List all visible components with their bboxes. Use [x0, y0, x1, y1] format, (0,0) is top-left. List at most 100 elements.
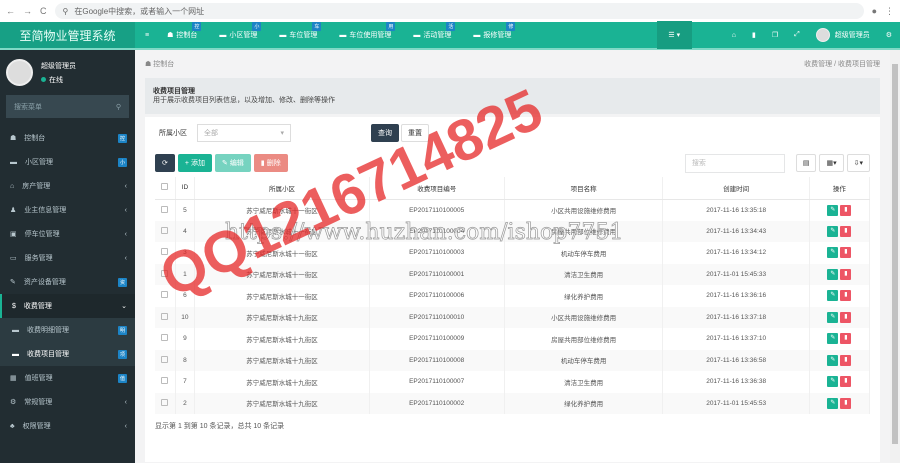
topnav-item[interactable]: ▬ 小区管理小: [219, 22, 279, 48]
sidebar-item[interactable]: ▦ 值班管理 值: [0, 366, 135, 390]
edit-row-button[interactable]: ✎: [827, 397, 839, 409]
sidebar-item[interactable]: ✎ 资产设备管理 资: [0, 270, 135, 294]
edit-row-button[interactable]: ✎: [827, 290, 839, 302]
query-button[interactable]: 查询: [371, 124, 399, 142]
delete-row-button[interactable]: ▮: [840, 268, 852, 280]
column-header[interactable]: 收费项目编号: [369, 177, 505, 200]
sidebar-item[interactable]: ♟ 业主信息管理 ‹: [0, 198, 135, 222]
community-select[interactable]: 全部 ▾: [197, 124, 291, 142]
edit-row-button[interactable]: ✎: [827, 376, 839, 388]
profile-icon[interactable]: ●: [872, 6, 877, 16]
sidebar-item[interactable]: ▭ 服务管理 ‹: [0, 246, 135, 270]
fullscreen-icon[interactable]: ⤢: [794, 31, 800, 39]
checkbox[interactable]: [161, 291, 169, 299]
menu-search-input[interactable]: 搜索菜单 ⚲: [6, 95, 129, 118]
scrollbar[interactable]: [890, 50, 900, 463]
home-icon[interactable]: ⌂: [732, 32, 736, 39]
topnav-item[interactable]: ▬ 车位管理车: [279, 22, 339, 48]
topnav-item[interactable]: ▬ 报修管理修: [473, 22, 533, 48]
nav-label: 控制台: [176, 32, 198, 39]
checkbox[interactable]: [161, 377, 169, 385]
delete-row-button[interactable]: ▮: [840, 204, 852, 216]
select-all-checkbox[interactable]: [155, 177, 176, 200]
more-menu-button[interactable]: ☰ ▾: [656, 21, 692, 49]
column-header[interactable]: 创建时间: [662, 177, 810, 200]
more-icon[interactable]: ⋮: [885, 6, 894, 17]
row-checkbox[interactable]: [155, 242, 176, 264]
column-header[interactable]: 操作: [809, 177, 871, 200]
edit-row-button[interactable]: ✎: [827, 354, 839, 366]
row-checkbox[interactable]: [155, 306, 176, 328]
row-checkbox[interactable]: [155, 199, 176, 221]
column-header[interactable]: 所属小区: [194, 177, 370, 200]
row-checkbox[interactable]: [155, 263, 176, 285]
column-header[interactable]: ID: [175, 177, 196, 200]
sidebar-item[interactable]: ♣ 权限管理 ‹: [0, 414, 135, 438]
table-cell: 绿化养护费用: [504, 285, 664, 307]
user-menu[interactable]: 超级管理员: [815, 28, 870, 42]
row-checkbox[interactable]: [155, 220, 176, 242]
checkbox[interactable]: [161, 312, 169, 320]
topnav-item[interactable]: ▬ 活动管理活: [413, 22, 473, 48]
table-search-input[interactable]: 搜索: [684, 153, 785, 173]
nav-badge: 活: [446, 22, 456, 31]
edit-row-button[interactable]: ✎: [827, 247, 839, 259]
forward-icon[interactable]: →: [23, 6, 32, 16]
edit-row-button[interactable]: ✎: [827, 311, 839, 323]
delete-row-button[interactable]: ▮: [840, 290, 852, 302]
copy-icon[interactable]: ❐: [772, 31, 778, 39]
reset-button[interactable]: 重置: [401, 124, 429, 142]
row-checkbox[interactable]: [155, 285, 176, 307]
column-header[interactable]: 项目名称: [504, 177, 664, 200]
row-checkbox[interactable]: [155, 392, 176, 414]
row-checkbox[interactable]: [155, 328, 176, 350]
scrollbar-thumb[interactable]: [892, 64, 898, 444]
edit-button[interactable]: ✎ 编辑: [214, 154, 251, 172]
add-button[interactable]: + 添加: [177, 154, 212, 172]
sidebar-item[interactable]: ▬ 小区管理 小: [0, 150, 135, 174]
edit-row-button[interactable]: ✎: [827, 225, 839, 237]
checkbox[interactable]: [161, 334, 169, 342]
topnav-item[interactable]: ▬ 车位使用管理用: [339, 22, 413, 48]
delete-row-button[interactable]: ▮: [840, 397, 852, 409]
checkbox[interactable]: [161, 226, 169, 234]
checkbox[interactable]: [161, 398, 169, 406]
sidebar-item[interactable]: ⌂ 房产管理 ‹: [0, 174, 135, 198]
delete-row-button[interactable]: ▮: [840, 225, 852, 237]
refresh-button[interactable]: ⟳: [155, 154, 175, 172]
sidebar-item[interactable]: ▬ 收费明细管理 明: [0, 318, 135, 342]
edit-row-button[interactable]: ✎: [827, 333, 839, 345]
row-checkbox[interactable]: [155, 371, 176, 393]
row-checkbox[interactable]: [155, 349, 176, 371]
sidebar-item[interactable]: ☗ 控制台 控: [0, 126, 135, 150]
checkbox[interactable]: [161, 205, 169, 213]
checkbox[interactable]: [161, 248, 169, 256]
sidebar-item[interactable]: ▣ 停车位管理 ‹: [0, 222, 135, 246]
checkbox[interactable]: [161, 355, 169, 363]
delete-row-button[interactable]: ▮: [840, 333, 852, 345]
address-bar[interactable]: ⚲ 在Google中搜索，或者输入一个网址: [54, 3, 864, 19]
delete-row-button[interactable]: ▮: [840, 247, 852, 259]
print-button[interactable]: ▤: [795, 154, 817, 172]
trash-icon[interactable]: ▮: [752, 31, 756, 39]
sidebar-item[interactable]: ⚙ 常规管理 ‹: [0, 390, 135, 414]
menu-icon: ▬: [10, 158, 17, 166]
delete-button[interactable]: ▮ 删除: [253, 154, 288, 172]
edit-row-button[interactable]: ✎: [827, 204, 839, 216]
breadcrumb-parent[interactable]: 收费管理: [804, 61, 832, 68]
sidebar-item[interactable]: ▬ 收费项目管理 项: [0, 342, 135, 366]
breadcrumb-home[interactable]: 控制台: [153, 61, 174, 68]
sidebar-item[interactable]: $ 收费管理 ⌄: [0, 294, 135, 318]
settings-icon[interactable]: ⚙: [886, 31, 892, 39]
delete-row-button[interactable]: ▮: [840, 376, 852, 388]
delete-row-button[interactable]: ▮: [840, 311, 852, 323]
export-button[interactable]: ⇩▾: [846, 154, 870, 172]
topnav-item[interactable]: ☗ 控制台控: [167, 22, 219, 48]
delete-row-button[interactable]: ▮: [840, 354, 852, 366]
edit-row-button[interactable]: ✎: [827, 268, 839, 280]
back-icon[interactable]: ←: [6, 6, 15, 16]
checkbox[interactable]: [161, 269, 169, 277]
reload-icon[interactable]: C: [40, 6, 47, 16]
columns-button[interactable]: ▦▾: [819, 154, 844, 172]
menu-toggle-icon[interactable]: ≡: [135, 22, 167, 48]
